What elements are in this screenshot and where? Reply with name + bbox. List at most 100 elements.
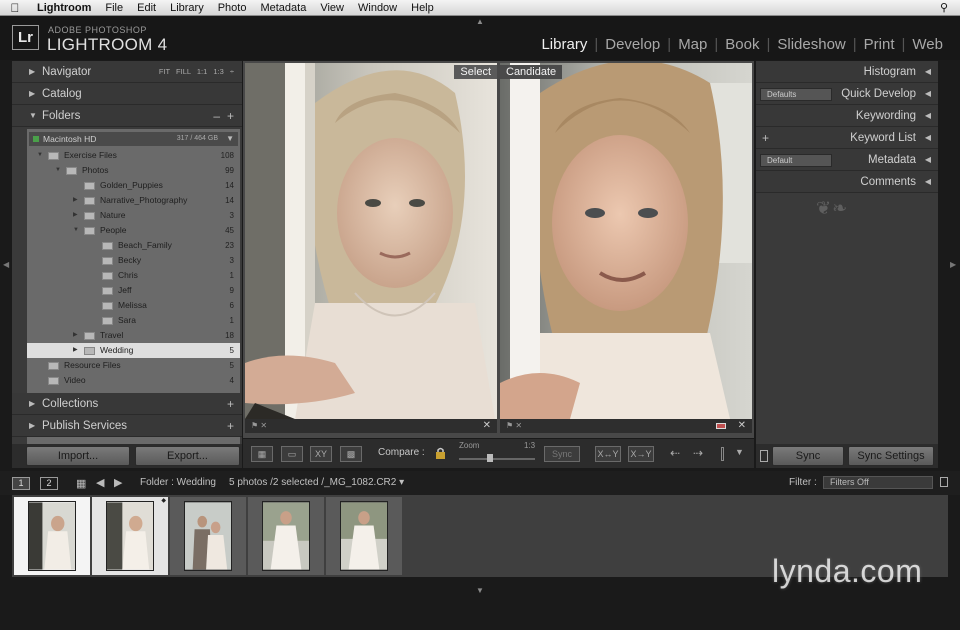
- toolbar-menu-icon[interactable]: ▼: [735, 447, 744, 457]
- folder-row[interactable]: Chris 1: [27, 268, 240, 283]
- survey-view-icon[interactable]: ▩: [340, 446, 362, 462]
- menu-library[interactable]: Library: [163, 2, 211, 14]
- folder-row[interactable]: Beach_Family 23: [27, 238, 240, 253]
- keywording-header[interactable]: Keywording ◀: [756, 105, 938, 127]
- menu-help[interactable]: Help: [404, 2, 441, 14]
- filmstrip-thumbnail[interactable]: [170, 497, 246, 575]
- select-flag-icons[interactable]: ⚑ ✕: [251, 419, 267, 433]
- metadata-header[interactable]: Default Metadata ◀: [756, 149, 938, 171]
- menu-metadata[interactable]: Metadata: [253, 2, 313, 14]
- remove-folder-icon[interactable]: –: [213, 105, 220, 127]
- back-arrow-icon[interactable]: ◀: [96, 476, 104, 489]
- menu-edit[interactable]: Edit: [130, 2, 163, 14]
- comments-header[interactable]: Comments ◀: [756, 171, 938, 193]
- add-publish-service-icon[interactable]: +: [227, 415, 234, 437]
- collapse-top-panel-icon[interactable]: ▲: [476, 17, 484, 26]
- grid-icon[interactable]: ▦: [76, 477, 86, 490]
- filmstrip-thumbnail[interactable]: [326, 497, 402, 575]
- volume-row[interactable]: Macintosh HD 317 / 464 GB ▼: [29, 132, 238, 146]
- secondary-window-button[interactable]: 2: [40, 477, 58, 490]
- volume-menu-icon[interactable]: ▼: [226, 132, 234, 146]
- menu-view[interactable]: View: [313, 2, 351, 14]
- publish-services-header[interactable]: ▶ Publish Services +: [12, 415, 242, 437]
- disclosure-open-icon[interactable]: ▼: [37, 148, 43, 163]
- lock-icon[interactable]: [435, 447, 446, 459]
- sync-zoom-button[interactable]: Sync: [544, 446, 580, 462]
- folder-row[interactable]: ▶ Narrative_Photography 14: [27, 193, 240, 208]
- filmstrip-thumbnail[interactable]: [14, 497, 90, 575]
- disclosure-closed-icon[interactable]: ▶: [73, 208, 78, 223]
- next-arrow-icon[interactable]: ⇢: [693, 446, 703, 460]
- keyword-list-header[interactable]: + Keyword List ◀: [756, 127, 938, 149]
- folder-row[interactable]: Video 4: [27, 373, 240, 388]
- module-print[interactable]: Print: [857, 36, 902, 53]
- filmstrip-thumbnail[interactable]: [248, 497, 324, 575]
- menu-photo[interactable]: Photo: [211, 2, 254, 14]
- add-folder-icon[interactable]: +: [227, 105, 234, 127]
- compare-view-icon[interactable]: XY: [310, 446, 332, 462]
- disclosure-closed-icon[interactable]: ▶: [73, 328, 78, 343]
- folder-row[interactable]: ▶ Wedding 5: [27, 343, 240, 358]
- main-window-button[interactable]: 1: [12, 477, 30, 490]
- close-candidate-icon[interactable]: ✕: [738, 419, 746, 433]
- import-button[interactable]: Import...: [26, 446, 130, 466]
- module-slideshow[interactable]: Slideshow: [770, 36, 852, 53]
- menu-window[interactable]: Window: [351, 2, 404, 14]
- folder-row[interactable]: Resource Files 5: [27, 358, 240, 373]
- folders-header[interactable]: ▼ Folders – +: [12, 105, 242, 127]
- folder-row[interactable]: Jeff 9: [27, 283, 240, 298]
- candidate-flag-icons[interactable]: ⚑ ✕: [506, 419, 522, 433]
- folder-row[interactable]: ▼ Exercise Files 108: [27, 148, 240, 163]
- folder-row[interactable]: ▼ People 45: [27, 223, 240, 238]
- metadata-preset-select[interactable]: Default: [760, 154, 832, 167]
- folder-row[interactable]: Sara 1: [27, 313, 240, 328]
- add-keyword-icon[interactable]: +: [762, 127, 769, 149]
- export-button[interactable]: Export...: [135, 446, 240, 466]
- module-book[interactable]: Book: [718, 36, 766, 53]
- collapse-filmstrip-icon[interactable]: ▼: [476, 586, 484, 595]
- source-indicator[interactable]: Folder : Wedding: [140, 477, 216, 488]
- swap-icon[interactable]: X↔Y: [595, 446, 621, 462]
- disclosure-closed-icon[interactable]: ▶: [73, 343, 78, 358]
- zoom-slider[interactable]: [459, 458, 535, 460]
- folder-row[interactable]: Becky 3: [27, 253, 240, 268]
- module-web[interactable]: Web: [905, 36, 950, 53]
- catalog-header[interactable]: ▶ Catalog: [12, 83, 242, 105]
- previous-arrow-icon[interactable]: ⇠: [670, 446, 680, 460]
- module-library[interactable]: Library: [534, 36, 594, 53]
- disclosure-open-icon[interactable]: ▼: [73, 223, 79, 238]
- apple-icon[interactable]: : [0, 1, 30, 15]
- module-map[interactable]: Map: [671, 36, 714, 53]
- make-select-icon[interactable]: X→Y: [628, 446, 654, 462]
- color-label-icon[interactable]: [716, 423, 726, 429]
- forward-arrow-icon[interactable]: ▶: [114, 476, 122, 489]
- navigator-header[interactable]: ▶ Navigator FIT FILL 1:1 1:3 ÷: [12, 61, 242, 83]
- histogram-header[interactable]: Histogram ◀: [756, 61, 938, 83]
- zoom-slider-thumb[interactable]: [487, 454, 493, 462]
- grid-view-icon[interactable]: ▦: [251, 446, 273, 462]
- folder-row[interactable]: Golden_Puppies 14: [27, 178, 240, 193]
- loupe-view-icon[interactable]: ▭: [281, 446, 303, 462]
- close-select-icon[interactable]: ✕: [483, 419, 491, 433]
- filmstrip-thumbnail[interactable]: ◆: [92, 497, 168, 575]
- menu-file[interactable]: File: [98, 2, 130, 14]
- collapse-left-panel-icon[interactable]: ◀: [3, 260, 9, 269]
- quick-develop-header[interactable]: Defaults Quick Develop ◀: [756, 83, 938, 105]
- candidate-pane[interactable]: Candidate: [500, 63, 752, 419]
- quick-develop-preset-select[interactable]: Defaults: [760, 88, 832, 101]
- select-pane[interactable]: Select: [245, 63, 497, 419]
- navigator-zoom-options[interactable]: FIT FILL 1:1 1:3 ÷: [159, 61, 234, 83]
- folder-row[interactable]: Melissa 6: [27, 298, 240, 313]
- disclosure-closed-icon[interactable]: ▶: [73, 193, 78, 208]
- collapse-right-panel-icon[interactable]: ▶: [950, 260, 956, 269]
- selection-info[interactable]: 5 photos /2 selected /_MG_1082.CR2 ▾: [229, 477, 404, 488]
- auto-sync-switch[interactable]: [760, 450, 768, 462]
- folder-row[interactable]: ▼ Photos 99: [27, 163, 240, 178]
- folder-row[interactable]: ▶ Travel 18: [27, 328, 240, 343]
- filter-lock-switch[interactable]: [940, 477, 948, 487]
- sync-settings-button[interactable]: Sync Settings: [848, 446, 934, 466]
- spotlight-search-icon[interactable]: ⚲: [940, 1, 948, 14]
- module-develop[interactable]: Develop: [598, 36, 667, 53]
- add-collection-icon[interactable]: +: [227, 393, 234, 415]
- menu-app[interactable]: Lightroom: [30, 2, 98, 14]
